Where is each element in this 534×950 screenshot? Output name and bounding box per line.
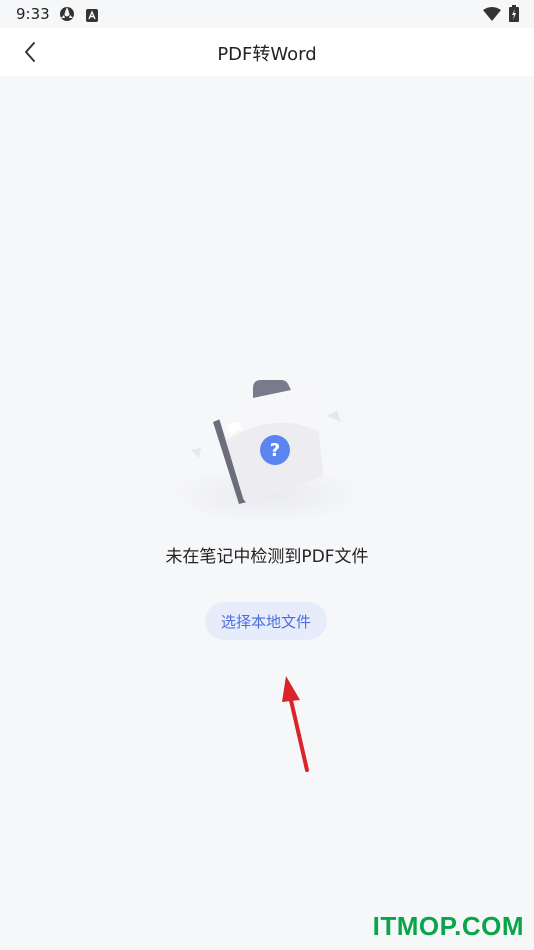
page-title: PDF转Word (217, 44, 317, 65)
svg-text:?: ? (270, 440, 280, 461)
empty-state-message: 未在笔记中检测到PDF文件 (165, 547, 369, 567)
folder-question-icon: ? (167, 370, 367, 525)
status-time: 9:33 (16, 5, 50, 23)
watermark: ITMOP.COM (372, 911, 524, 941)
app-bar: PDF转Word (0, 28, 534, 76)
red-arrow-annotation (276, 672, 316, 780)
a-badge-icon (86, 7, 98, 26)
sync-icon (58, 6, 76, 26)
status-bar: 9:33 (0, 0, 534, 28)
select-local-file-button[interactable]: 选择本地文件 (205, 602, 327, 640)
battery-charging-icon (509, 5, 519, 26)
wifi-icon (483, 6, 501, 25)
